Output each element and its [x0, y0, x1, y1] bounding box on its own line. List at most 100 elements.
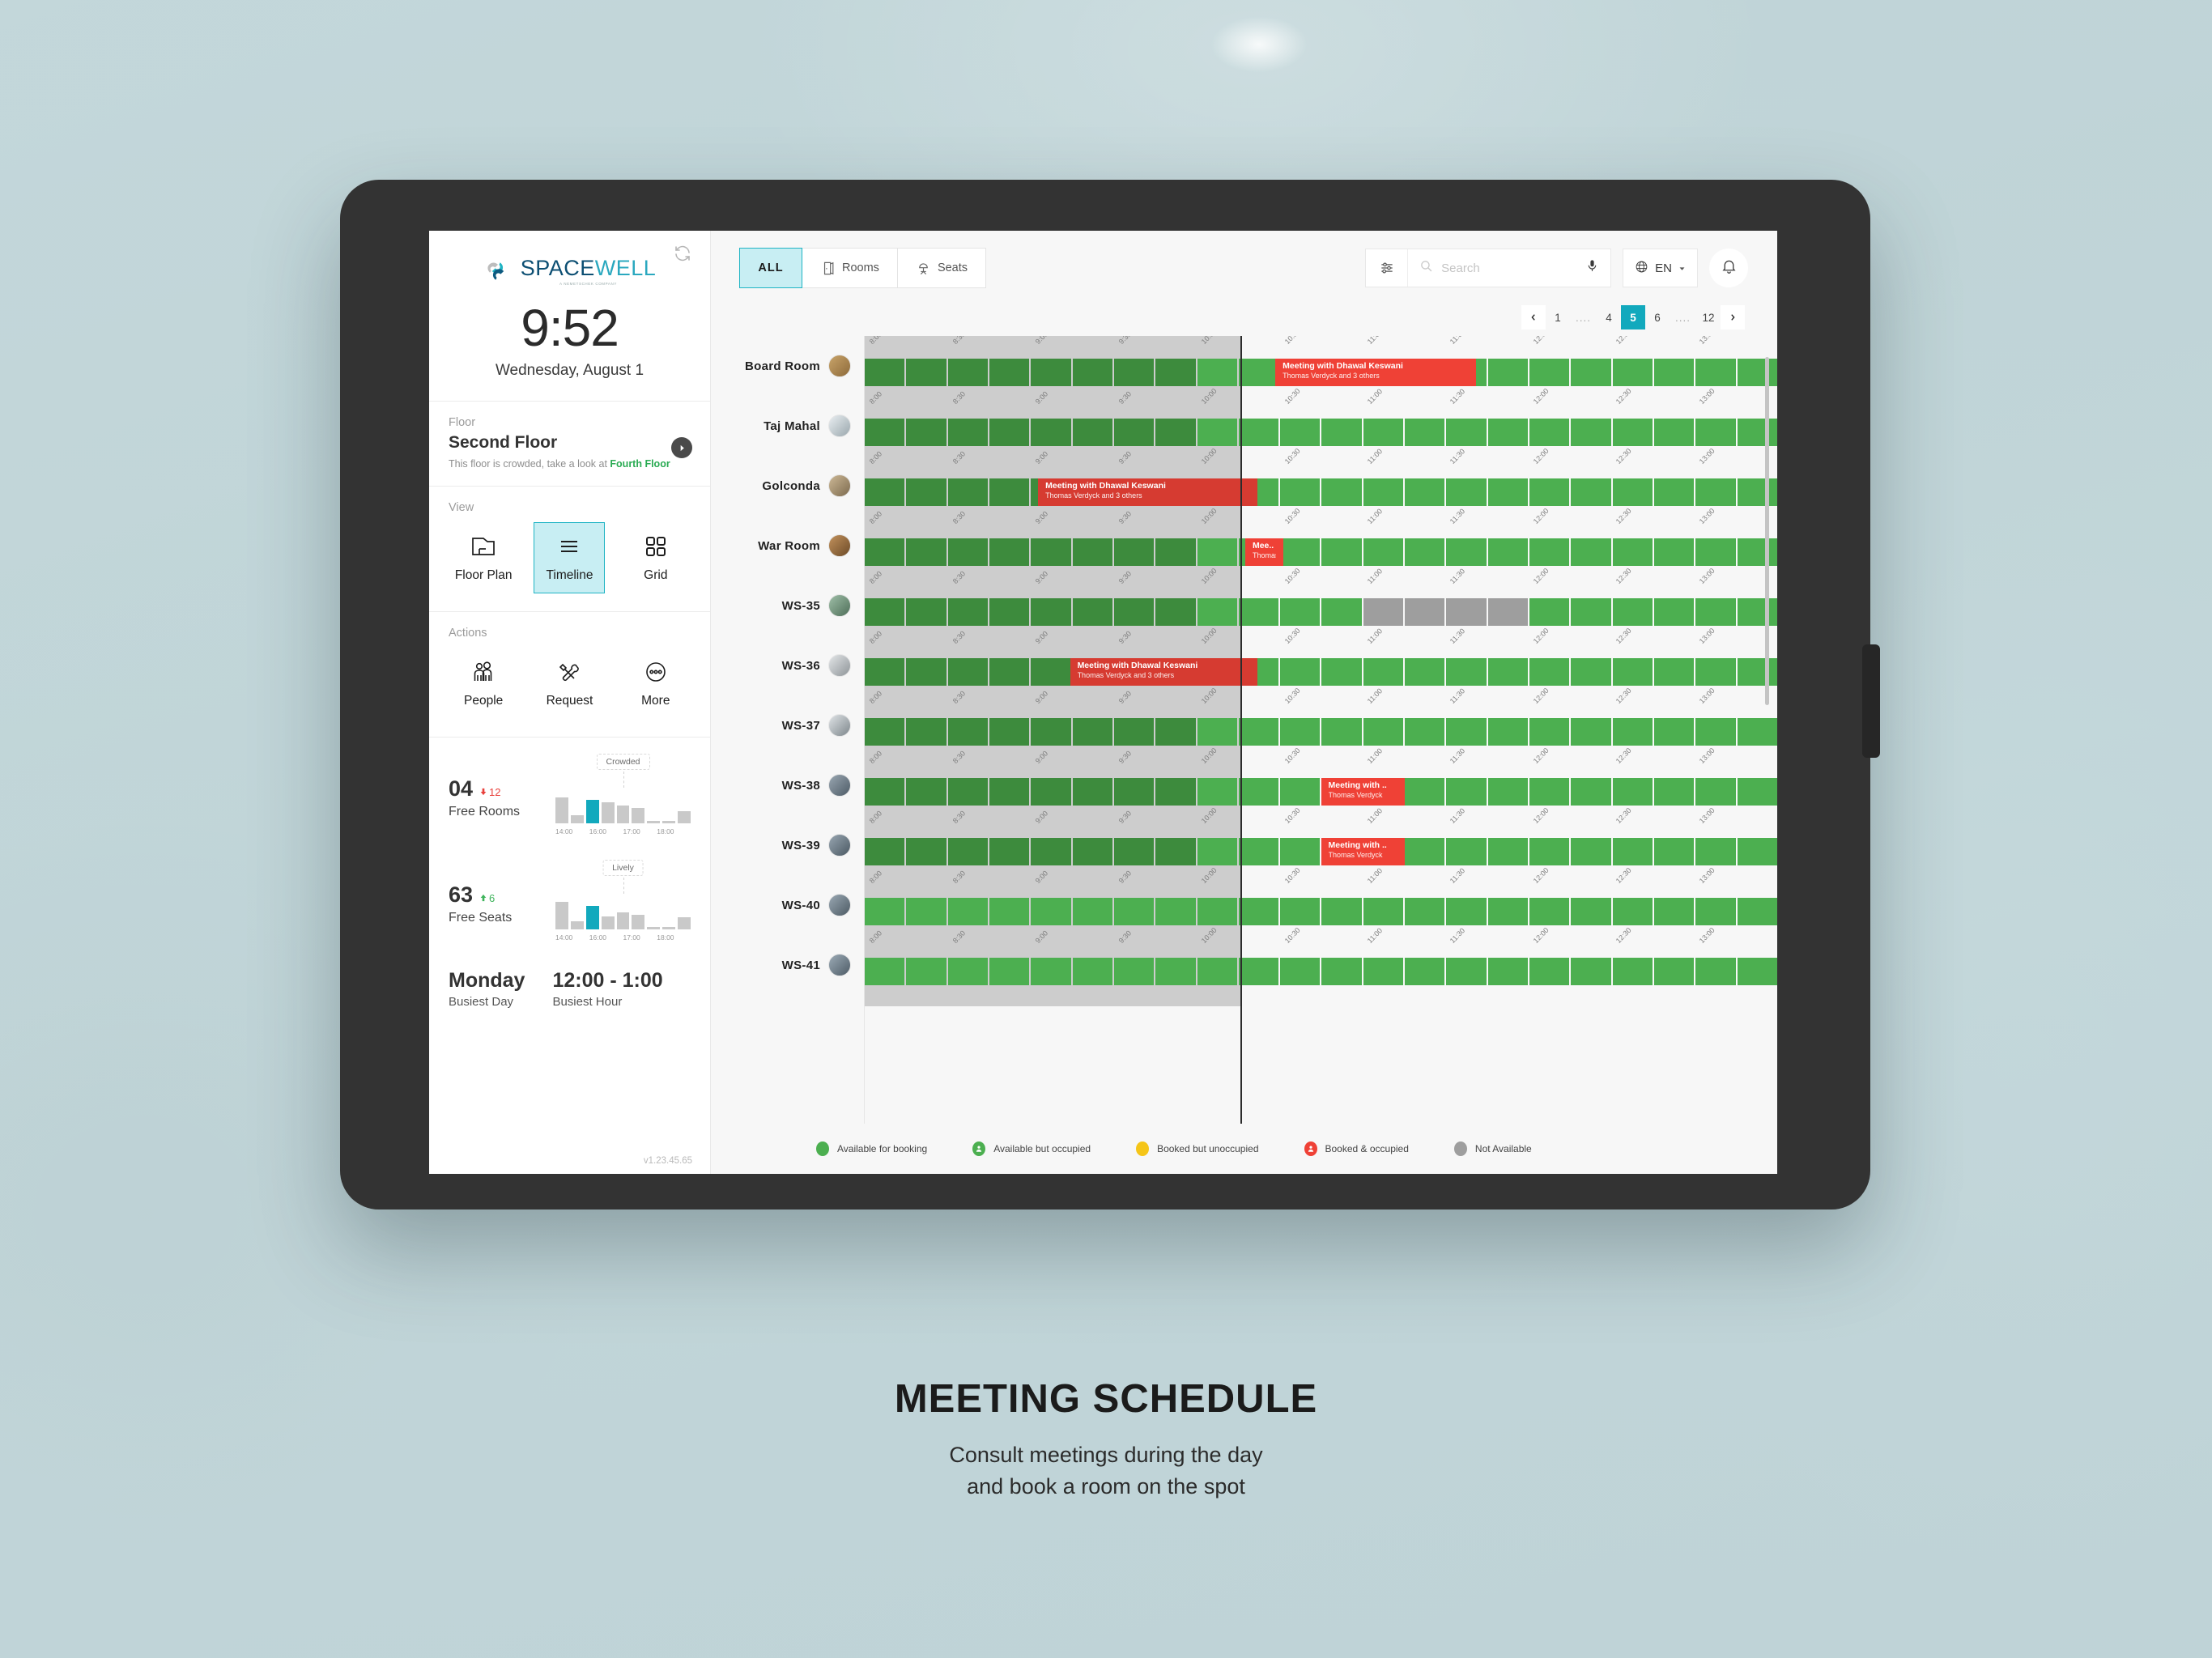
search-box[interactable]	[1408, 249, 1610, 287]
timeline-cell[interactable]	[1321, 958, 1362, 985]
timeline-cell[interactable]	[1695, 778, 1736, 806]
timeline-cell[interactable]	[1363, 598, 1404, 626]
timeline-cell[interactable]	[1405, 658, 1445, 686]
timeline-cell[interactable]	[1280, 478, 1321, 506]
pagination-next[interactable]	[1721, 305, 1745, 329]
timeline-cell[interactable]	[1280, 718, 1321, 746]
timeline-cell[interactable]	[1072, 838, 1112, 865]
timeline-cell[interactable]	[1072, 359, 1112, 386]
timeline-cell[interactable]	[1653, 419, 1695, 446]
timeline-cell[interactable]	[1695, 419, 1736, 446]
microphone-icon[interactable]	[1585, 259, 1599, 277]
timeline-row-label[interactable]: WS-40	[735, 875, 864, 935]
timeline-cell[interactable]	[1321, 598, 1362, 626]
timeline-cell[interactable]	[1321, 898, 1362, 925]
notifications-button[interactable]	[1709, 249, 1748, 287]
timeline-cell[interactable]	[906, 838, 946, 865]
timeline-cell[interactable]	[1571, 778, 1611, 806]
floor-section[interactable]: Floor Second Floor This floor is crowded…	[429, 402, 710, 487]
tablet-power-button[interactable]	[1862, 644, 1880, 758]
timeline-cell[interactable]	[1363, 718, 1404, 746]
timeline-cell[interactable]	[1405, 838, 1445, 865]
timeline-cell[interactable]	[989, 359, 1030, 386]
timeline-cell[interactable]	[1612, 838, 1653, 865]
timeline-cell[interactable]	[1155, 958, 1196, 985]
timeline-cell[interactable]	[989, 598, 1030, 626]
timeline-cell[interactable]	[1612, 538, 1653, 566]
timeline-cell[interactable]	[1197, 419, 1237, 446]
timeline-cell[interactable]	[1446, 838, 1487, 865]
timeline-cell[interactable]	[1446, 478, 1487, 506]
timeline-cell[interactable]	[1031, 419, 1071, 446]
timeline-row[interactable]: 8:00 8:30 9:00 9:30 10:00 10:30 11:00 11:30 12:0…	[865, 567, 1777, 636]
timeline-cell[interactable]	[1529, 538, 1570, 566]
timeline-cell[interactable]	[947, 359, 988, 386]
timeline-cell[interactable]	[906, 598, 946, 626]
timeline-cell[interactable]	[1113, 359, 1155, 386]
timeline-cell[interactable]	[1653, 838, 1695, 865]
timeline-cell[interactable]	[947, 778, 988, 806]
timeline-cell[interactable]	[1280, 958, 1321, 985]
timeline-cell[interactable]	[1446, 958, 1487, 985]
timeline-cell[interactable]	[989, 478, 1030, 506]
timeline-cell[interactable]	[989, 718, 1030, 746]
timeline-row-label[interactable]: WS-41	[735, 935, 864, 995]
timeline-cell[interactable]	[1405, 478, 1445, 506]
timeline-cell[interactable]	[1695, 538, 1736, 566]
timeline-cell[interactable]	[1321, 718, 1362, 746]
timeline-row[interactable]: 8:00 8:30 9:00 9:30 10:00 10:30 11:00 11:30 12:0…	[865, 746, 1777, 815]
timeline-cell[interactable]	[1363, 478, 1404, 506]
timeline-cell[interactable]	[1529, 898, 1570, 925]
timeline-cell[interactable]	[1529, 838, 1570, 865]
timeline-cell[interactable]	[1612, 958, 1653, 985]
timeline-cell[interactable]	[906, 538, 946, 566]
action-more[interactable]: More	[620, 648, 691, 719]
timeline-cell[interactable]	[1571, 478, 1611, 506]
timeline-cell[interactable]	[1571, 359, 1611, 386]
vertical-scrollbar[interactable]	[1765, 357, 1769, 705]
timeline-cell[interactable]	[1363, 898, 1404, 925]
timeline-cell[interactable]	[1571, 958, 1611, 985]
timeline-cell[interactable]	[1737, 419, 1777, 446]
timeline-row-label[interactable]: Board Room	[735, 336, 864, 396]
timeline-cell[interactable]	[1737, 958, 1777, 985]
timeline-cell[interactable]	[1571, 538, 1611, 566]
meeting-block[interactable]: Mee.. Thomas	[1244, 538, 1284, 566]
timeline-cell[interactable]	[1653, 478, 1695, 506]
timeline-cell[interactable]	[947, 838, 988, 865]
timeline-cell[interactable]	[1737, 359, 1777, 386]
timeline-cell[interactable]	[1155, 538, 1196, 566]
timeline-cell[interactable]	[865, 359, 905, 386]
timeline-row-label[interactable]: War Room	[735, 516, 864, 576]
timeline-cell[interactable]	[989, 778, 1030, 806]
pagination-page-1[interactable]: 1	[1546, 305, 1570, 329]
timeline-cell[interactable]	[1487, 958, 1528, 985]
timeline-cell[interactable]	[1529, 478, 1570, 506]
timeline-row-label[interactable]: WS-37	[735, 695, 864, 755]
timeline-cell[interactable]	[1571, 898, 1611, 925]
timeline-cell[interactable]	[865, 419, 905, 446]
timeline-cell[interactable]	[1113, 958, 1155, 985]
timeline-row-label[interactable]: WS-38	[735, 755, 864, 815]
timeline-cell[interactable]	[1031, 359, 1071, 386]
refresh-icon[interactable]	[673, 244, 692, 263]
timeline-cell[interactable]	[1072, 598, 1112, 626]
timeline-grid[interactable]: 9:52 8:008:309:009:3010:0010:3011:0011:3…	[865, 336, 1777, 1124]
timeline-cell[interactable]	[1487, 598, 1528, 626]
timeline-cell[interactable]	[1529, 958, 1570, 985]
timeline-cell[interactable]	[989, 958, 1030, 985]
timeline-cell[interactable]	[906, 718, 946, 746]
timeline-cell[interactable]	[1653, 658, 1695, 686]
timeline-cell[interactable]	[1529, 419, 1570, 446]
timeline-cell[interactable]	[906, 658, 946, 686]
timeline-cell[interactable]	[1737, 838, 1777, 865]
timeline-cell[interactable]	[1487, 538, 1528, 566]
timeline-cell[interactable]	[947, 958, 988, 985]
timeline-cell[interactable]	[1113, 419, 1155, 446]
pagination-page-4[interactable]: 4	[1597, 305, 1621, 329]
timeline-cell[interactable]	[1571, 658, 1611, 686]
timeline-cell[interactable]	[1405, 419, 1445, 446]
timeline-cell[interactable]	[947, 718, 988, 746]
timeline-cell[interactable]	[1072, 778, 1112, 806]
timeline-cell[interactable]	[1612, 419, 1653, 446]
